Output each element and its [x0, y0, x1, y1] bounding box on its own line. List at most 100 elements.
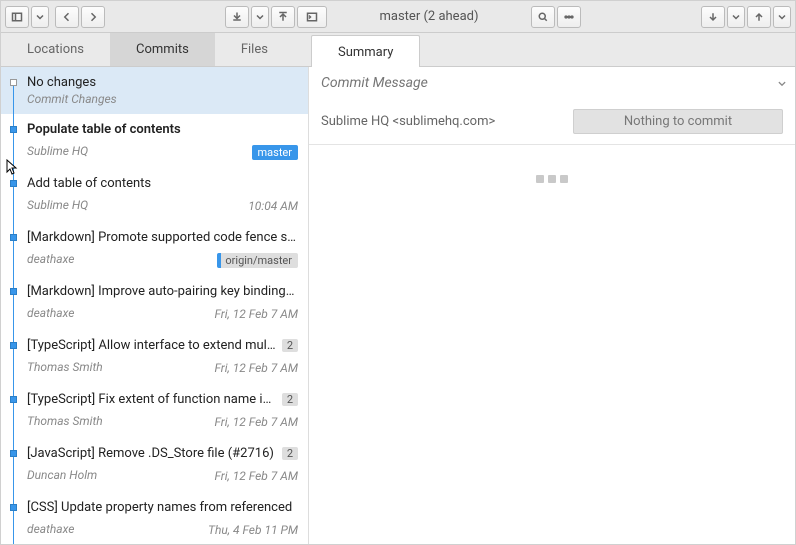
- commit-time: 10:04 AM: [248, 199, 298, 213]
- graph-line: [13, 330, 14, 342]
- commits-panel: No changes Commit Changes Populate table…: [1, 67, 309, 544]
- graph-line: [13, 349, 14, 384]
- right-tabs: Summary: [311, 33, 420, 66]
- app-window: master (2 ahead) Locati: [0, 0, 796, 545]
- nav-forward-button[interactable]: [81, 6, 105, 28]
- commit-author: Thomas Smith: [27, 360, 103, 374]
- commit-summary: [TypeScript] Allow interface to extend m…: [27, 338, 276, 353]
- arrow-left-icon: [61, 11, 73, 23]
- graph-line: [13, 241, 14, 276]
- commit-summary: [JavaScript] Remove .DS_Store file (#271…: [27, 446, 276, 461]
- graph-line: [13, 438, 14, 450]
- commit-author: Duncan Holm: [27, 468, 97, 482]
- commit-time: Fri, 12 Feb 7 AM: [214, 361, 298, 375]
- graph-line: [13, 511, 14, 544]
- ellipsis-icon: [563, 11, 575, 23]
- chevron-down-icon: [777, 79, 787, 89]
- sidebar-toggle-dropdown[interactable]: [31, 6, 49, 28]
- push-dropdown[interactable]: [773, 6, 791, 28]
- commit-author: Sublime HQ: [27, 144, 88, 158]
- graph-node-icon: [10, 288, 17, 295]
- commit-summary: [Markdown] Improve auto-pairing key bind…: [27, 284, 298, 299]
- commit-button[interactable]: Nothing to commit: [573, 109, 783, 134]
- unstash-button[interactable]: [271, 6, 295, 28]
- head-title: No changes: [27, 75, 298, 90]
- commit-time: Fri, 12 Feb 7 AM: [214, 469, 298, 483]
- tabs-row: LocationsCommitsFiles Summary: [1, 33, 795, 67]
- details-panel: Sublime HQ <sublimehq.com> Nothing to co…: [309, 67, 795, 544]
- graph-node-icon: [10, 234, 17, 241]
- sidebar-toggle-button[interactable]: [5, 6, 29, 28]
- commit-summary: [TypeScript] Fix extent of function name…: [27, 392, 276, 407]
- stash-up-icon: [277, 11, 289, 23]
- push-button[interactable]: [747, 6, 771, 28]
- commit-message-input[interactable]: [321, 75, 783, 97]
- commit-message-box: Sublime HQ <sublimehq.com> Nothing to co…: [309, 67, 795, 145]
- author-label: Sublime HQ <sublimehq.com>: [321, 114, 563, 129]
- commit-message-dropdown[interactable]: [777, 79, 787, 92]
- head-subtitle: Commit Changes: [27, 92, 298, 106]
- commit-time: Fri, 12 Feb 7 AM: [214, 307, 298, 321]
- changes-badge: 2: [282, 447, 298, 460]
- commit-time: Thu, 4 Feb 11 PM: [208, 523, 298, 537]
- commit-time: Fri, 12 Feb 7 AM: [214, 415, 298, 429]
- stash-dropdown[interactable]: [251, 6, 269, 28]
- graph-line: [13, 384, 14, 396]
- chevron-down-icon: [730, 11, 742, 23]
- graph-line: [13, 168, 14, 180]
- chevron-down-icon: [776, 11, 788, 23]
- graph-node-icon: [10, 126, 17, 133]
- tab-files[interactable]: Files: [215, 33, 294, 66]
- pull-button[interactable]: [701, 6, 725, 28]
- terminal-button[interactable]: [297, 6, 327, 28]
- graph-line: [13, 457, 14, 492]
- branch-title[interactable]: master (2 ahead): [329, 9, 529, 24]
- graph-node-icon: [10, 396, 17, 403]
- changes-badge: 2: [282, 393, 298, 406]
- tab-locations[interactable]: Locations: [1, 33, 110, 66]
- arrow-right-icon: [87, 11, 99, 23]
- toolbar: master (2 ahead): [1, 1, 795, 33]
- commit-summary: Add table of contents: [27, 176, 298, 191]
- commit-item[interactable]: [TypeScript] Allow interface to extend m…: [1, 330, 308, 384]
- graph-line: [13, 133, 14, 168]
- graph-line: [13, 276, 14, 288]
- branch-ref-remote[interactable]: origin/master: [217, 253, 298, 268]
- sidebar-icon: [11, 11, 23, 23]
- content-area: No changes Commit Changes Populate table…: [1, 67, 795, 544]
- graph-node-icon: [10, 180, 17, 187]
- commits-scroll[interactable]: No changes Commit Changes Populate table…: [1, 67, 308, 544]
- graph-node-icon: [10, 79, 17, 86]
- file-changes-area: [309, 145, 795, 544]
- commit-item[interactable]: [Markdown] Promote supported code fence …: [1, 222, 308, 276]
- tab-commits[interactable]: Commits: [110, 33, 215, 66]
- commit-item[interactable]: [TypeScript] Fix extent of function name…: [1, 384, 308, 438]
- tab-summary[interactable]: Summary: [311, 35, 420, 68]
- more-button[interactable]: [557, 6, 581, 28]
- pull-dropdown[interactable]: [727, 6, 745, 28]
- chevron-down-icon: [34, 11, 46, 23]
- commit-item[interactable]: [CSS] Update property names from referen…: [1, 492, 308, 544]
- loading-indicator-icon: [536, 175, 568, 183]
- commit-summary: [CSS] Update property names from referen…: [27, 500, 298, 515]
- commit-item[interactable]: [JavaScript] Remove .DS_Store file (#271…: [1, 438, 308, 492]
- left-tabs: LocationsCommitsFiles: [1, 33, 309, 66]
- commit-item[interactable]: Add table of contentsSublime HQ10:04 AM: [1, 168, 308, 222]
- terminal-icon: [306, 11, 318, 23]
- commit-head-item[interactable]: No changes Commit Changes: [1, 67, 308, 114]
- commit-author: deathaxe: [27, 306, 74, 320]
- stash-down-icon: [231, 11, 243, 23]
- graph-node-icon: [10, 504, 17, 511]
- branch-ref-local[interactable]: master: [252, 145, 298, 160]
- commit-summary: [Markdown] Promote supported code fence …: [27, 230, 298, 245]
- search-icon: [537, 11, 549, 23]
- commit-author: deathaxe: [27, 252, 74, 266]
- graph-line: [13, 86, 14, 114]
- graph-node-icon: [10, 342, 17, 349]
- search-button[interactable]: [531, 6, 555, 28]
- graph-line: [13, 187, 14, 222]
- nav-back-button[interactable]: [55, 6, 79, 28]
- commit-item[interactable]: [Markdown] Improve auto-pairing key bind…: [1, 276, 308, 330]
- stash-button[interactable]: [225, 6, 249, 28]
- commit-item[interactable]: Populate table of contentsSublime HQmast…: [1, 114, 308, 168]
